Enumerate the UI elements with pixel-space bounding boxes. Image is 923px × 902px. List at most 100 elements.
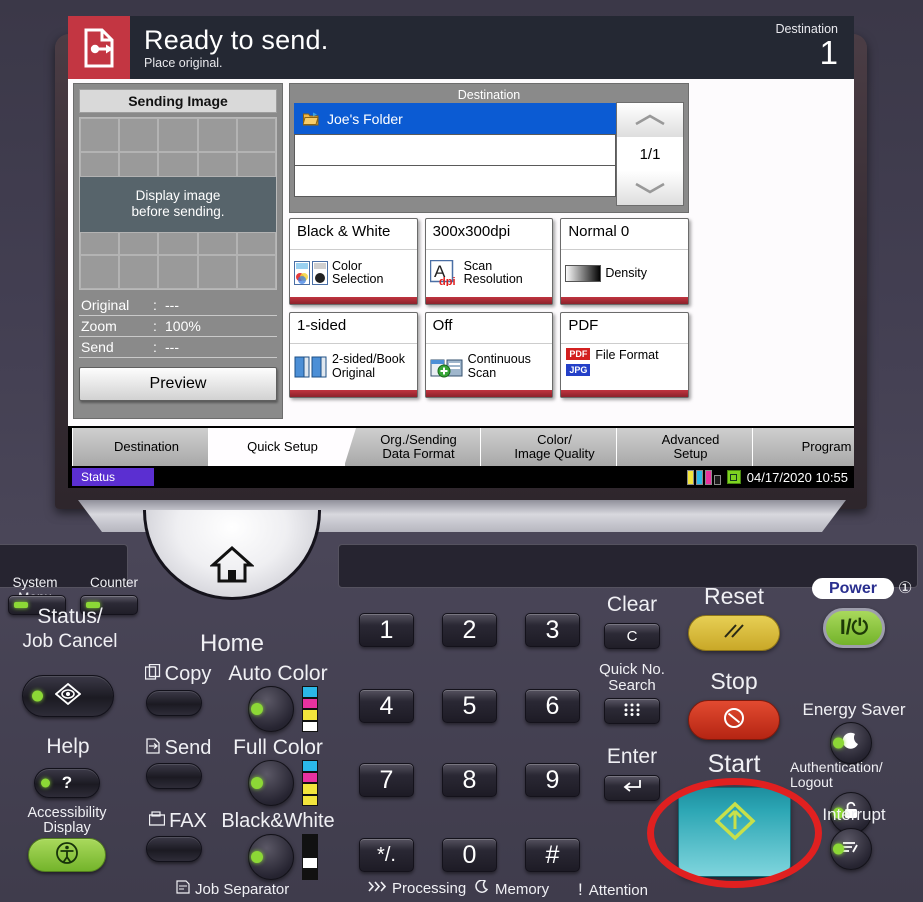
reset-button[interactable] — [688, 615, 780, 651]
destination-panel: Destination Joe's Folder 1/1 — [289, 83, 689, 213]
power-mark-icon: ① — [898, 580, 913, 597]
scroll-up-button[interactable] — [617, 103, 683, 137]
quick-no-search-button[interactable] — [604, 698, 660, 724]
toner-bar-yellow — [686, 469, 694, 485]
tab-color-image-quality[interactable]: Color/Image Quality — [480, 428, 628, 466]
destination-list: Joe's Folder — [294, 103, 616, 197]
key-2[interactable]: 2 — [442, 613, 497, 647]
power-button[interactable]: I/⏻ — [823, 608, 885, 648]
key-9[interactable]: 9 — [525, 763, 580, 797]
attention-indicator: ! Attention — [578, 880, 648, 899]
black-white-label: Black&White — [221, 810, 335, 832]
processing-indicator: Processing — [368, 880, 466, 897]
key-3[interactable]: 3 — [525, 613, 580, 647]
send-button[interactable] — [146, 763, 202, 789]
info-row-send: Send : --- — [79, 337, 277, 358]
continuous-scan-button[interactable]: Off Continuous Scan — [424, 311, 554, 398]
color-selection-button[interactable]: Black & White Color Selection — [289, 218, 418, 305]
touchscreen[interactable]: Ready to send. Place original. Destinati… — [68, 16, 854, 488]
scroll-down-button[interactable] — [617, 171, 683, 205]
destination-list-item-selected[interactable]: Joe's Folder — [294, 103, 616, 135]
auto-color-button[interactable] — [248, 686, 294, 732]
image-preview-grid: Display image before sending. — [79, 117, 277, 290]
destination-list-item[interactable] — [294, 165, 616, 197]
memory-moon-icon — [475, 879, 489, 898]
key-5[interactable]: 5 — [442, 689, 497, 723]
job-separator-label-group: Job Separator — [176, 880, 289, 898]
key-8[interactable]: 8 — [442, 763, 497, 797]
key-4[interactable]: 4 — [359, 689, 414, 723]
enter-button[interactable] — [604, 775, 660, 801]
density-icon — [565, 264, 602, 282]
fax-button[interactable] — [146, 836, 202, 862]
tab-advanced-setup[interactable]: Advanced Setup — [616, 428, 764, 466]
clear-button[interactable]: C — [604, 623, 660, 649]
info-row-original: Original : --- — [79, 295, 277, 316]
scan-resolution-button[interactable]: 300x300dpi A dpi Scan Resolution — [424, 218, 554, 305]
black-white-toner-indicator — [302, 834, 318, 880]
destination-counter: Destination 1 — [654, 16, 854, 79]
status-bar: Status 04/17/2020 10:55 — [68, 466, 854, 488]
key-0[interactable]: 0 — [442, 838, 497, 872]
function-value: PDF — [568, 316, 599, 334]
info-key: Send — [81, 339, 114, 355]
info-row-zoom: Zoom : 100% — [79, 316, 277, 337]
home-icon — [209, 544, 255, 589]
key-1[interactable]: 1 — [359, 613, 414, 647]
destination-item-label: Joe's Folder — [327, 111, 403, 127]
home-button[interactable] — [143, 510, 321, 600]
function-accent-bar — [290, 296, 417, 304]
destination-list-item[interactable] — [294, 134, 616, 166]
preview-placeholder-line2: before sending. — [131, 204, 225, 220]
page-indicator: 1/1 — [617, 137, 683, 171]
enter-label: Enter — [606, 745, 658, 768]
grid-cell — [158, 118, 198, 153]
stop-circle-icon — [722, 706, 746, 735]
memory-card-icon — [726, 470, 741, 484]
info-key: Zoom — [81, 318, 117, 334]
key-7[interactable]: 7 — [359, 763, 414, 797]
preview-button[interactable]: Preview — [79, 367, 277, 401]
function-accent-bar — [425, 296, 553, 304]
svg-text:dpi: dpi — [439, 276, 456, 286]
folder-icon — [303, 112, 319, 126]
key-asterisk[interactable]: */. — [359, 838, 414, 872]
duplex-original-button[interactable]: 1-sided 2-sided/Book Original — [289, 311, 418, 398]
file-format-button[interactable]: PDF PDF JPG File Format — [560, 311, 689, 398]
key-6[interactable]: 6 — [525, 689, 580, 723]
grid-cell — [119, 254, 159, 289]
stop-button[interactable] — [688, 700, 780, 740]
reset-label: Reset — [703, 583, 765, 609]
start-label: Start — [707, 750, 761, 778]
key-hash[interactable]: # — [525, 838, 580, 872]
reset-slashes-icon — [719, 622, 749, 645]
interrupt-button[interactable] — [830, 828, 872, 870]
question-mark-icon: ? — [61, 773, 73, 792]
datetime-label: 04/17/2020 10:55 — [746, 469, 848, 485]
chevron-down-icon — [635, 182, 665, 194]
tab-program[interactable]: Program — [752, 428, 854, 466]
info-key: Original — [81, 297, 130, 313]
function-value: 300x300dpi — [432, 223, 511, 240]
function-value: Normal 0 — [568, 223, 630, 240]
accessibility-icon — [55, 841, 79, 870]
density-button[interactable]: Normal 0 Density — [560, 218, 689, 305]
energy-saver-label: Energy Saver — [802, 700, 906, 719]
full-color-button[interactable] — [248, 760, 294, 806]
tab-destination[interactable]: Destination — [72, 428, 220, 466]
help-button[interactable]: ? — [34, 768, 100, 798]
accessibility-display-button[interactable] — [28, 838, 106, 872]
function-accent-bar — [561, 296, 688, 304]
info-value: --- — [165, 339, 179, 355]
black-white-button[interactable] — [248, 834, 294, 880]
status-job-cancel-button[interactable] — [22, 675, 114, 717]
start-button[interactable] — [678, 787, 791, 877]
authentication-logout-label: Authentication/Logout — [790, 759, 883, 790]
energy-saver-button[interactable] — [830, 722, 872, 764]
status-badge[interactable]: Status — [72, 468, 154, 486]
scan-resolution-icon: A dpi — [429, 260, 460, 286]
page-subtitle: Place original. — [144, 55, 223, 70]
tab-org-sending-data-format[interactable]: Org./Sending Data Format — [344, 428, 492, 466]
tab-quick-setup[interactable]: Quick Setup — [208, 428, 356, 466]
copy-button[interactable] — [146, 690, 202, 716]
